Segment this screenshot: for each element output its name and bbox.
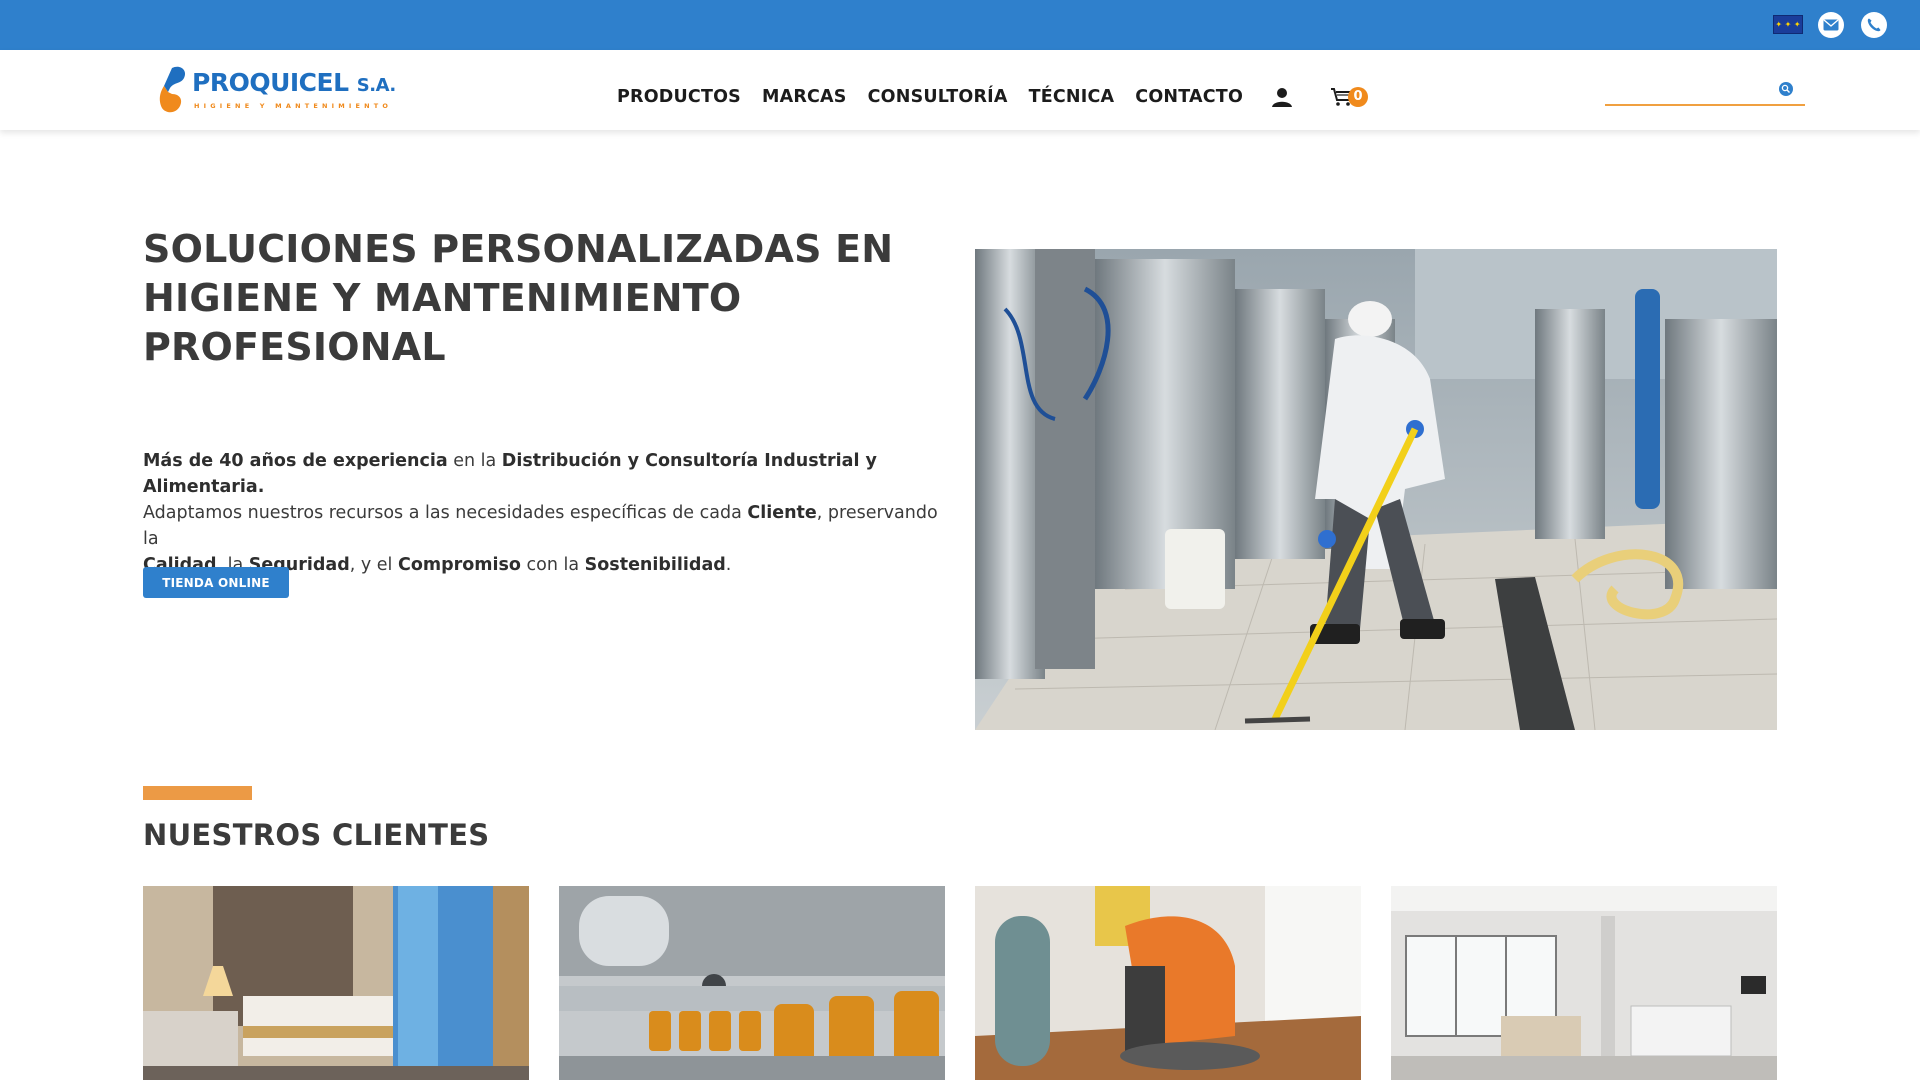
logo-brand: PROQUICEL S.A. bbox=[192, 68, 396, 97]
nav-tecnica[interactable]: TÉCNICA bbox=[1029, 87, 1115, 107]
phone-icon[interactable] bbox=[1861, 12, 1887, 38]
clients-title: NUESTROS CLIENTES bbox=[143, 818, 490, 852]
user-icon[interactable] bbox=[1269, 86, 1295, 108]
hospital-room-photo[interactable] bbox=[1391, 886, 1777, 1080]
desc-text: . bbox=[725, 555, 732, 575]
mail-icon[interactable] bbox=[1818, 12, 1844, 38]
desc-text: Más de 40 años de experiencia bbox=[143, 451, 448, 471]
search-icon[interactable] bbox=[1779, 82, 1793, 96]
eu-flag-icon[interactable]: ✦ ✦ ✦ bbox=[1773, 15, 1803, 34]
main-nav: PRODUCTOS MARCAS CONSULTORÍA TÉCNICA CON… bbox=[617, 86, 1369, 108]
desc-text: , y el bbox=[349, 555, 398, 575]
hero-title-line: SOLUCIONES PERSONALIZADAS EN bbox=[143, 227, 894, 271]
cart-count-badge: 0 bbox=[1348, 87, 1369, 107]
desc-text: Sostenibilidad bbox=[584, 555, 726, 575]
nav-contacto[interactable]: CONTACTO bbox=[1135, 87, 1243, 107]
logo-mark-icon bbox=[159, 66, 186, 113]
cart-button[interactable]: 0 bbox=[1330, 87, 1369, 107]
logo-tagline: HIGIENE Y MANTENIMIENTO bbox=[194, 102, 393, 110]
main-header: PROQUICEL S.A. HIGIENE Y MANTENIMIENTO P… bbox=[0, 50, 1920, 130]
online-store-button[interactable]: TIENDA ONLINE bbox=[143, 567, 289, 598]
clients-title-light: NUESTROS bbox=[143, 818, 322, 852]
bottling-line-photo[interactable] bbox=[559, 886, 945, 1080]
clients-title-bold: CLIENTES bbox=[331, 818, 490, 852]
desc-text: en la bbox=[447, 451, 502, 471]
search-input[interactable] bbox=[1605, 78, 1775, 100]
nav-productos[interactable]: PRODUCTOS bbox=[617, 87, 741, 107]
hero-photo bbox=[975, 249, 1777, 730]
desc-text: Compromiso bbox=[398, 555, 521, 575]
hero-title-line: HIGIENE Y MANTENIMIENTO bbox=[143, 276, 742, 320]
section-accent-bar bbox=[143, 786, 252, 800]
hotel-room-photo[interactable] bbox=[143, 886, 529, 1080]
logo[interactable]: PROQUICEL S.A. HIGIENE Y MANTENIMIENTO bbox=[158, 62, 396, 118]
logo-suffix: S.A. bbox=[356, 75, 396, 96]
floor-scrubber-photo[interactable] bbox=[975, 886, 1361, 1080]
hero-title-line: PROFESIONAL bbox=[143, 325, 446, 369]
hero-description: Más de 40 años de experiencia en la Dist… bbox=[143, 448, 943, 578]
nav-consultoria[interactable]: CONSULTORÍA bbox=[868, 87, 1008, 107]
clients-cards bbox=[143, 886, 1777, 1080]
nav-marcas[interactable]: MARCAS bbox=[762, 87, 847, 107]
search-box bbox=[1605, 72, 1805, 106]
desc-text: con la bbox=[520, 555, 585, 575]
desc-text: Cliente bbox=[747, 503, 817, 523]
desc-text: Adaptamos nuestros recursos a las necesi… bbox=[143, 503, 748, 523]
top-bar: ✦ ✦ ✦ bbox=[0, 0, 1920, 50]
hero-title: SOLUCIONES PERSONALIZADAS EN HIGIENE Y M… bbox=[143, 225, 923, 372]
